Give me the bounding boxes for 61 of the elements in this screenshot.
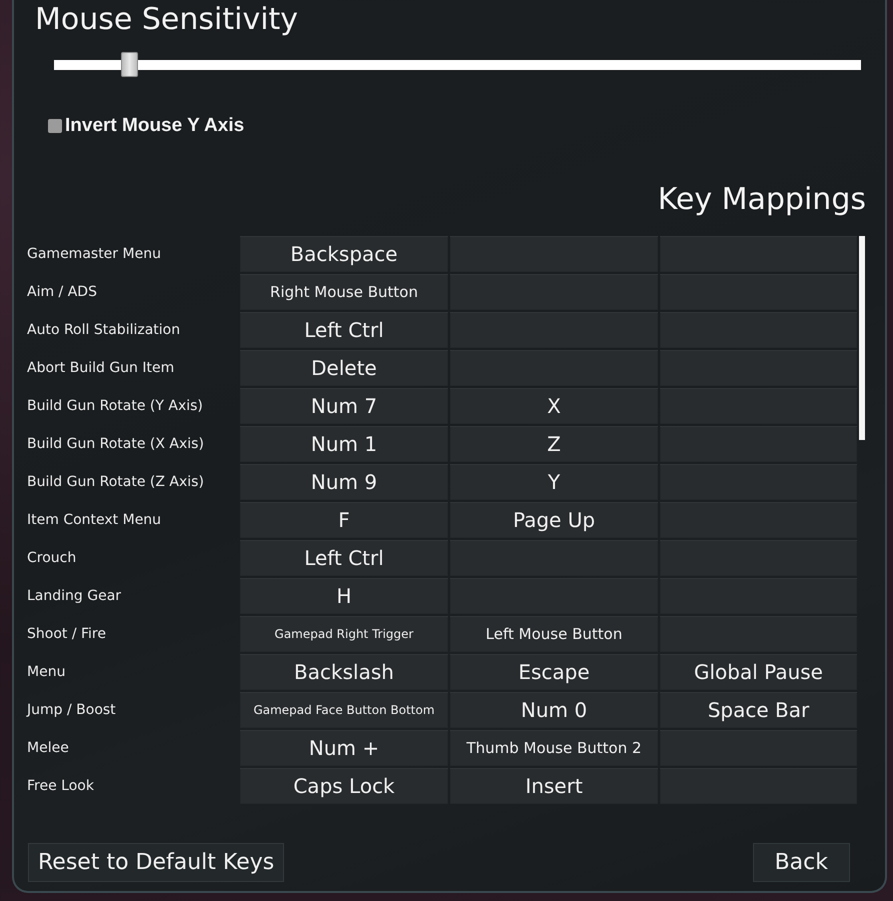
action-label: Aim / ADS	[26, 282, 98, 302]
action-label: Melee	[26, 738, 70, 758]
reset-keys-button[interactable]: Reset to Default Keys	[28, 843, 284, 882]
key-binding-button[interactable]: Space Bar	[660, 692, 857, 728]
action-label: Shoot / Fire	[26, 624, 107, 644]
key-binding-button[interactable]: Num 0	[450, 692, 658, 728]
empty-key-slot[interactable]	[660, 236, 857, 272]
action-label: Build Gun Rotate (Z Axis)	[26, 472, 205, 492]
key-binding-button[interactable]: Escape	[450, 654, 658, 690]
invert-checkbox[interactable]	[48, 119, 62, 133]
key-binding-button[interactable]: Delete	[240, 350, 448, 386]
key-binding-button[interactable]: Left Ctrl	[240, 312, 448, 348]
empty-key-slot[interactable]	[450, 236, 658, 272]
key-binding-button[interactable]: Gamepad Right Trigger	[240, 616, 448, 652]
empty-key-slot[interactable]	[660, 388, 857, 424]
empty-key-slot[interactable]	[450, 312, 658, 348]
key-binding-button[interactable]: Z	[450, 426, 658, 462]
key-binding-button[interactable]: Insert	[450, 768, 658, 804]
action-label: Build Gun Rotate (Y Axis)	[26, 396, 204, 416]
key-binding-button[interactable]: H	[240, 578, 448, 614]
action-label: Crouch	[26, 548, 78, 568]
empty-key-slot[interactable]	[450, 350, 658, 386]
key-binding-button[interactable]: Num 1	[240, 426, 448, 462]
key-binding-button[interactable]: Gamepad Face Button Bottom	[240, 692, 448, 728]
scrollbar-thumb[interactable]	[859, 236, 865, 440]
slider-thumb[interactable]	[121, 52, 138, 77]
key-binding-button[interactable]: Page Up	[450, 502, 658, 538]
key-binding-button[interactable]: Num 9	[240, 464, 448, 500]
key-binding-button[interactable]: Global Pause	[660, 654, 857, 690]
key-binding-button[interactable]: Backspace	[240, 236, 448, 272]
key-mappings-heading: Key Mappings	[658, 181, 866, 219]
empty-key-slot[interactable]	[660, 426, 857, 462]
back-button[interactable]: Back	[752, 843, 850, 882]
empty-key-slot[interactable]	[660, 350, 857, 386]
sensitivity-title: Mouse Sensitivity	[35, 1, 298, 39]
key-binding-button[interactable]: Thumb Mouse Button 2	[450, 730, 658, 766]
key-binding-button[interactable]: Caps Lock	[240, 768, 448, 804]
checkbox-label: Invert Mouse Y Axis	[65, 115, 244, 137]
empty-key-slot[interactable]	[660, 730, 857, 766]
action-label: Item Context Menu	[26, 510, 162, 530]
action-label: Build Gun Rotate (X Axis)	[26, 434, 205, 454]
key-binding-button[interactable]: X	[450, 388, 658, 424]
empty-key-slot[interactable]	[660, 274, 857, 310]
key-binding-button[interactable]: Left Mouse Button	[450, 616, 658, 652]
key-binding-button[interactable]: Left Ctrl	[240, 540, 448, 576]
key-binding-button[interactable]: F	[240, 502, 448, 538]
action-label: Landing Gear	[26, 586, 122, 606]
key-binding-button[interactable]: Backslash	[240, 654, 448, 690]
action-label: Abort Build Gun Item	[26, 358, 176, 378]
key-binding-button[interactable]: Y	[450, 464, 658, 500]
key-binding-button[interactable]: Num +	[240, 730, 448, 766]
empty-key-slot[interactable]	[450, 274, 658, 310]
action-label: Free Look	[26, 776, 95, 796]
action-label: Auto Roll Stabilization	[26, 320, 182, 340]
action-label: Gamemaster Menu	[26, 244, 162, 264]
action-label: Jump / Boost	[25, 700, 117, 720]
key-binding-button[interactable]: Num 7	[240, 388, 448, 424]
key-binding-button[interactable]: Right Mouse Button	[240, 274, 448, 310]
action-label: Menu	[26, 662, 66, 682]
empty-key-slot[interactable]	[660, 312, 857, 348]
empty-key-slot[interactable]	[660, 768, 857, 804]
